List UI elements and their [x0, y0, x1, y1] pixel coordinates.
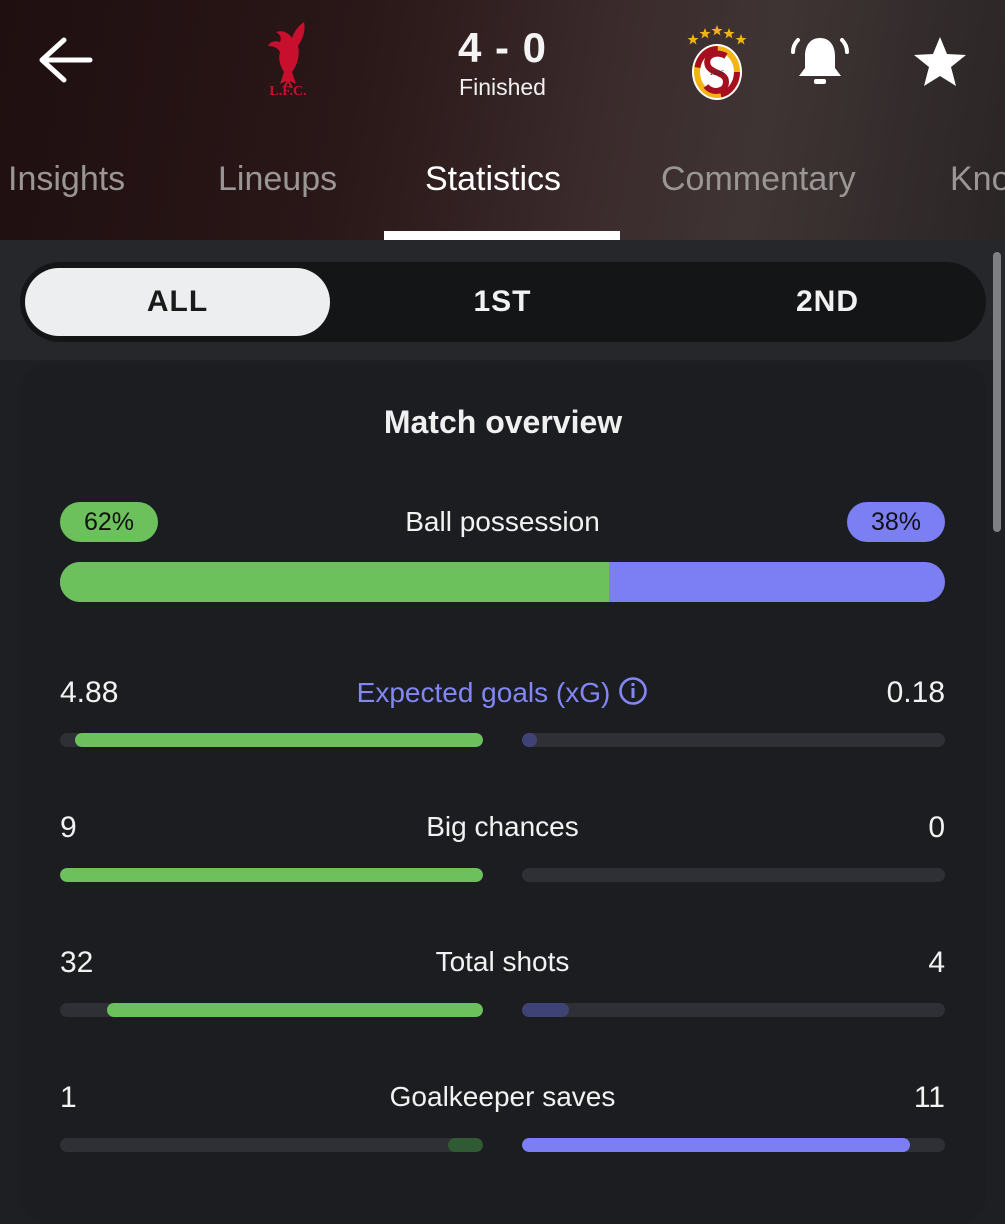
xg-home-bar-fill [75, 733, 483, 747]
away-possession-badge: 38% [847, 502, 945, 542]
gk-saves-away-value: 11 [913, 1081, 945, 1114]
possession-bar [60, 562, 945, 602]
big-chances-home-bar [60, 868, 483, 882]
total-shots-away-value: 4 [928, 946, 945, 979]
home-team-crest[interactable]: L.F.C. [258, 18, 318, 104]
favorite-star-icon[interactable] [910, 34, 970, 90]
possession-bar-home [60, 562, 609, 602]
galatasaray-crest-icon: 1905 [687, 25, 747, 100]
total-shots-home-bar [60, 1003, 483, 1017]
tab-statistics[interactable]: Statistics [425, 160, 561, 199]
active-tab-indicator [384, 231, 620, 240]
gk-saves-home-bar-fill [447, 1138, 483, 1152]
big-chances-home-bar-fill [60, 868, 483, 882]
away-crest-text: 1905 [709, 70, 724, 77]
period-segmented-control: ALL 1ST 2ND [20, 262, 986, 342]
tab-knockout[interactable]: Kno [950, 160, 1005, 199]
total-shots-away-bar [522, 1003, 945, 1017]
match-score: 4 - 0 [457, 24, 548, 71]
back-arrow-icon[interactable] [36, 34, 94, 86]
total-shots-away-bar-fill [522, 1003, 569, 1017]
period-filter-bar: ALL 1ST 2ND [0, 240, 1005, 360]
big-chances-label: Big chances [426, 811, 579, 842]
away-team-crest[interactable]: 1905 [684, 20, 750, 104]
xg-away-value: 0.18 [886, 676, 945, 709]
scrollbar[interactable] [993, 252, 1001, 532]
total-shots-label: Total shots [435, 946, 570, 977]
home-crest-text: L.F.C. [269, 84, 307, 99]
big-chances-away-bar [522, 868, 945, 882]
tab-insights[interactable]: Insights [8, 160, 125, 199]
gk-saves-away-bar [522, 1138, 945, 1152]
tab-commentary[interactable]: Commentary [661, 160, 856, 199]
tab-lineups[interactable]: Lineups [218, 160, 337, 199]
gk-saves-away-bar-fill [522, 1138, 910, 1152]
gk-saves-home-bar [60, 1138, 483, 1152]
period-first-half-button[interactable]: 1ST [350, 268, 655, 336]
big-chances-away-value: 0 [928, 811, 945, 844]
notification-bell-icon[interactable] [790, 30, 850, 90]
xg-label-row: Expected goals (xG) [0, 676, 1005, 709]
period-all-button[interactable]: ALL [25, 268, 330, 336]
info-icon[interactable] [618, 676, 648, 706]
xg-away-bar [522, 733, 945, 747]
card-title: Match overview [383, 404, 623, 440]
total-shots-home-bar-fill [107, 1003, 483, 1017]
xg-away-bar-fill [522, 733, 538, 747]
gk-saves-label: Goalkeeper saves [389, 1081, 616, 1112]
match-status: Finished [459, 74, 546, 100]
period-second-half-button[interactable]: 2ND [675, 268, 980, 336]
xg-home-bar [60, 733, 483, 747]
match-header: L.F.C. 4 - 0 Finished 1905 Insights Line… [0, 0, 1005, 240]
xg-label: Expected goals (xG) [356, 677, 611, 708]
